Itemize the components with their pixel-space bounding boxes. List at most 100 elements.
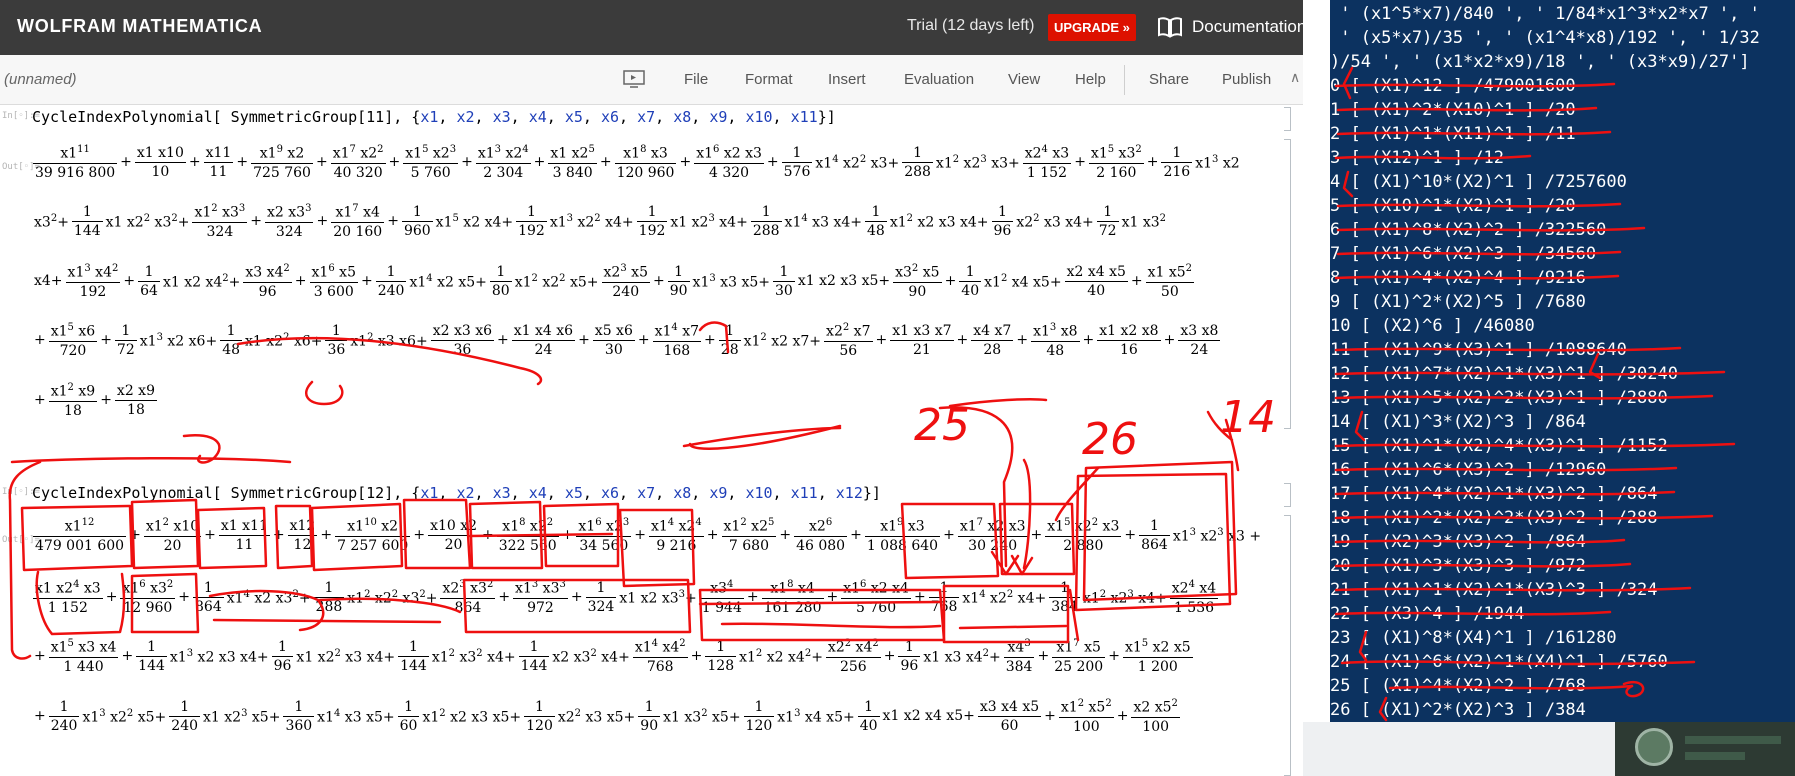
fraction: x14 x24 9 216 — [648, 517, 704, 554]
math-term: x1 x23 x5+ — [203, 707, 281, 726]
fraction: x17 x22 40 320 — [330, 144, 386, 181]
fraction: x24 x4 1 536 — [1169, 579, 1219, 616]
fraction: 1 768 — [928, 579, 960, 615]
math-term: + — [320, 527, 333, 544]
fraction: 1 96 — [271, 638, 294, 674]
menu-insert[interactable]: Insert — [828, 71, 866, 88]
math-term: + — [746, 589, 759, 606]
output-cell-1[interactable]: x111 39 916 800 + x1 x10 10 + x11 11 + x19 x2 725 … — [32, 137, 1262, 427]
math-term: x14 x2 x32+ — [226, 588, 311, 607]
notebook-name[interactable]: (unnamed) — [4, 71, 77, 88]
fraction: x2 x3 x6 36 — [430, 322, 495, 358]
notebook-area[interactable]: In[◦]:= CycleIndexPolynomial[ SymmetricG… — [0, 105, 1303, 776]
math-term: x14 x22 x3+ — [815, 153, 900, 172]
input-cell-2[interactable]: CycleIndexPolynomial[ SymmetricGroup[12]… — [32, 484, 881, 502]
output-cell-2[interactable]: x112 479 001 600 + x12 x10 20 + x1 x11 11 + x12 12… — [32, 508, 1262, 776]
fraction: x3 x8 24 — [1178, 322, 1221, 358]
math-term: + — [178, 589, 190, 606]
book-icon[interactable] — [1157, 16, 1183, 38]
fraction: x2 x9 18 — [114, 382, 157, 418]
math-term: + — [129, 527, 141, 544]
fraction: x22 x42 256 — [825, 638, 881, 675]
app-brand: WOLFRAM MATHEMATICA — [17, 16, 263, 36]
fraction: 1 216 — [1161, 144, 1193, 180]
fraction: x16 x32 12 960 — [120, 579, 176, 616]
terminal-row: 6 [ (X1)^8*(X2)^2 ] /322560 — [1330, 220, 1607, 240]
collapse-icon[interactable]: ∧ — [1290, 69, 1300, 86]
terminal-row: 3 [ (X12)^1 ] /12 — [1330, 148, 1504, 168]
terminal-row: 0 [ (X1)^12 ] /479001600 — [1330, 76, 1576, 96]
terminal-row: 12 [ (X1)^7*(X2)^1*(X3)^1 ] /30240 — [1330, 364, 1678, 384]
fraction: 1 240 — [48, 698, 80, 734]
terminal-row: 18 [ (X1)^2*(X2)^2*(X3)^2 ] /288 — [1330, 508, 1658, 528]
math-term: + — [34, 648, 46, 665]
math-term: + — [388, 154, 401, 171]
presenter-icon[interactable] — [622, 69, 646, 89]
fraction: 1 90 — [667, 263, 690, 299]
terminal-row: 16 [ (X1)^6*(X3)^2 ] /12960 — [1330, 460, 1607, 480]
input-variable: x6 — [600, 108, 620, 126]
math-term: x13 x23 x3 + — [1172, 526, 1262, 545]
math-term: x1 x2 x42+ — [162, 272, 241, 291]
fraction: x17 x2 x3 30 240 — [957, 517, 1028, 554]
menu-share[interactable]: Share — [1149, 71, 1189, 88]
input-variable: x10 — [745, 484, 773, 502]
fraction: x1 x10 10 — [134, 144, 186, 180]
fraction: 1 48 — [220, 322, 243, 358]
menu-view[interactable]: View — [1008, 71, 1040, 88]
math-term: + — [652, 273, 665, 290]
math-term: x1 x22 x32+ — [105, 212, 190, 231]
math-term: + — [1116, 708, 1129, 725]
input-variable: x2 — [456, 108, 475, 126]
input-variable: x9 — [709, 108, 728, 126]
upgrade-button[interactable]: UPGRADE » — [1048, 14, 1136, 41]
cell-bracket[interactable] — [1284, 107, 1291, 131]
fraction: x32 x5 90 — [893, 263, 942, 300]
math-term: x1 x2 x33+ — [619, 588, 697, 607]
fraction: 1 90 — [638, 698, 661, 734]
menu-file[interactable]: File — [684, 71, 708, 88]
menu-evaluation[interactable]: Evaluation — [904, 71, 974, 88]
fraction: 1 64 — [138, 263, 160, 299]
fraction: x12 x9 18 — [48, 382, 98, 419]
terminal-row: 25 [ (X1)^4*(X2)^2 ] /768 — [1330, 676, 1586, 696]
documentation-link[interactable]: Documentation — [1192, 17, 1303, 37]
cell-bracket[interactable] — [1284, 483, 1291, 507]
top-bar: WOLFRAM MATHEMATICA Trial (12 days left)… — [0, 0, 1303, 55]
math-term: + — [121, 648, 134, 665]
math-term: + — [570, 589, 583, 606]
menu-help[interactable]: Help — [1075, 71, 1106, 88]
fraction: x13 x33 972 — [513, 579, 568, 616]
math-term: x1 x32 x5+ — [663, 707, 741, 726]
math-term: + — [236, 154, 249, 171]
input-cell-1[interactable]: CycleIndexPolynomial[ SymmetricGroup[11]… — [32, 108, 836, 126]
math-term: + — [1016, 332, 1029, 349]
math-term: x22 x3 x4+ — [1016, 212, 1094, 231]
cell-bracket[interactable] — [1284, 139, 1291, 429]
math-term: + — [690, 648, 703, 665]
math-term: + — [679, 154, 692, 171]
math-term: + — [1146, 154, 1159, 171]
fraction: x14 x7 168 — [652, 322, 702, 359]
fraction: x1 x52 50 — [1145, 263, 1195, 300]
input-variable: x10 — [745, 108, 773, 126]
menu-bar: (unnamed) File Format Insert Evaluation … — [0, 55, 1303, 105]
terminal-row: 2 [ (X1)^1*(X11)^1 ] /11 — [1330, 124, 1576, 144]
terminal-row: 5 [ (X10)^1*(X2)^1 ] /20 — [1330, 196, 1576, 216]
math-term: x12 x32 x4+ — [431, 647, 516, 666]
input-variable: x2 — [456, 484, 475, 502]
math-term: + — [1082, 332, 1095, 349]
terminal-window[interactable]: ' (x1^5*x7)/840 ', ' 1/84*x1^3*x2*x7 ', … — [1330, 0, 1795, 722]
menu-separator — [1124, 65, 1125, 95]
taskbar-thumbnail[interactable] — [1615, 722, 1795, 776]
math-term: + — [34, 332, 46, 349]
math-term: x12 x23 x3+ — [935, 153, 1020, 172]
menu-publish[interactable]: Publish — [1222, 71, 1271, 88]
output-line: + x12 x9 18 + x2 x9 18 — [32, 383, 158, 418]
fraction: x22 x7 56 — [824, 322, 873, 359]
fraction: x24 x3 1 152 — [1022, 144, 1072, 181]
cell-bracket[interactable] — [1284, 515, 1291, 776]
fraction: x15 x32 2 160 — [1088, 144, 1144, 181]
menu-format[interactable]: Format — [745, 71, 793, 88]
fraction: 1 288 — [750, 203, 782, 239]
